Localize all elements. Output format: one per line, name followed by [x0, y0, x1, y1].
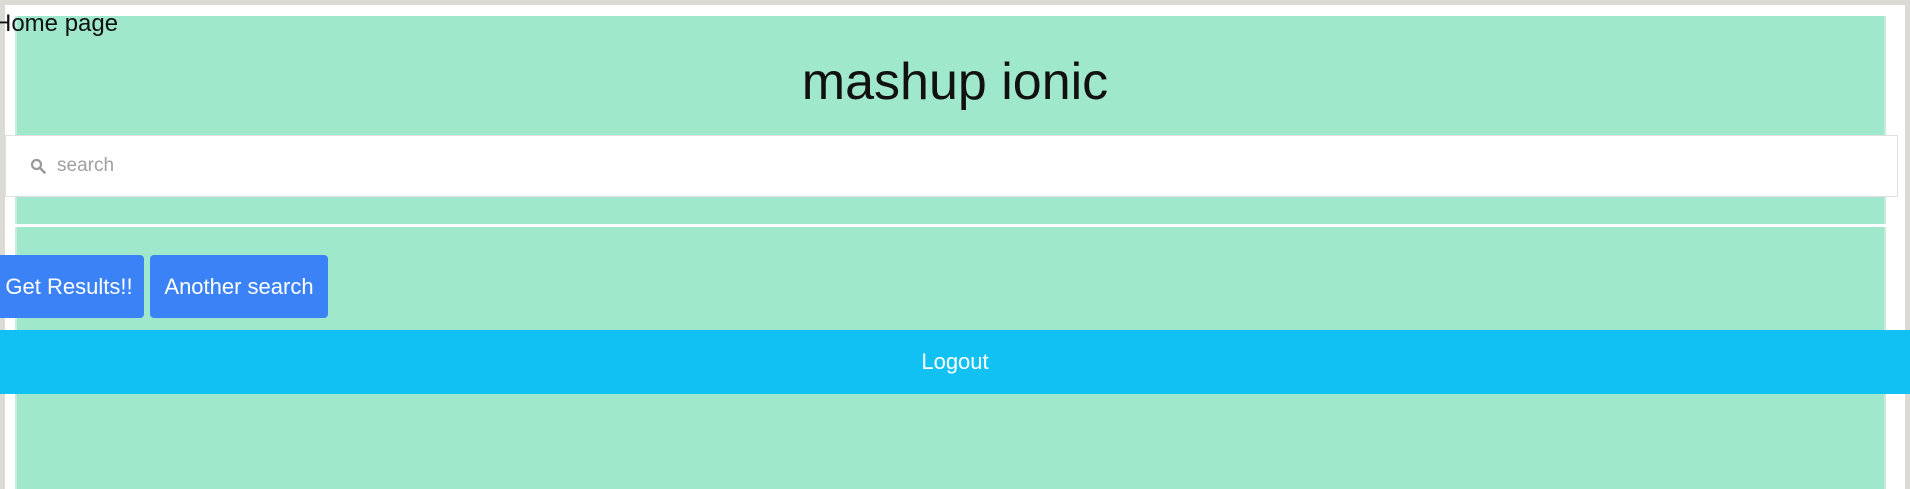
divider: [15, 224, 1886, 227]
search-input[interactable]: [55, 145, 1859, 187]
page-label: Home page: [0, 10, 119, 37]
another-search-button[interactable]: Another search: [150, 255, 328, 318]
search-bar[interactable]: [5, 135, 1898, 197]
logout-button[interactable]: Logout: [0, 330, 1910, 394]
get-results-button[interactable]: Get Results!!: [0, 255, 144, 318]
search-icon: [29, 157, 47, 175]
app-title: mashup ionic: [801, 53, 1109, 111]
